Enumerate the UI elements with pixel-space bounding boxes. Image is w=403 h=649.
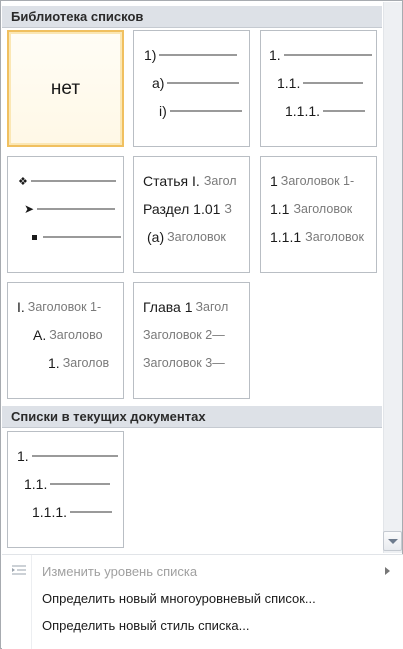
level-1-marker: 1. — [17, 448, 29, 464]
level-2-marker: Раздел 1.01 — [143, 201, 221, 217]
scroll-down-button[interactable] — [383, 531, 402, 551]
level-3-line — [323, 110, 366, 112]
level-3-marker: 1.1.1. — [32, 504, 68, 520]
level-1-marker: I. — [17, 299, 25, 315]
list-level-2: A. Заголово — [33, 325, 103, 345]
level-3-marker: 1. — [48, 355, 60, 371]
list-level-3: (a) Заголовок — [147, 227, 226, 247]
level-2-line — [50, 483, 111, 485]
list-level-3: 1. Заголов — [48, 353, 109, 373]
list-tile-article-section[interactable]: Статья I. Загол Раздел 1.01 З (a) Заголо… — [133, 156, 250, 273]
diamond-bullet-icon: ❖ — [18, 175, 28, 188]
list-level-2: ➤ — [24, 199, 116, 219]
current-lists-header: Списки в текущих документах — [2, 406, 382, 428]
level-2-marker: 1.1. — [24, 476, 48, 492]
level-2-marker: 1.1 — [270, 201, 290, 217]
list-tile-chapter[interactable]: Глава 1 Загол Заголовок 2— Заголовок 3— — [133, 282, 250, 399]
list-level-1: 1 Заголовок 1- — [270, 171, 354, 191]
list-level-3: 1.1.1. — [285, 101, 366, 121]
list-tile-bullets[interactable]: ❖ ➤ — [7, 156, 124, 273]
level-2-heading: Заголовок — [293, 202, 353, 216]
list-level-2: Заголовок 2— — [143, 325, 225, 345]
level-2-heading: Заголовок 2— — [143, 328, 225, 342]
level-1-heading: Загол — [203, 174, 237, 188]
list-level-3: 1.1.1. — [32, 502, 113, 522]
chevron-down-icon — [387, 538, 398, 544]
level-3-marker: 1.1.1 — [270, 229, 302, 245]
level-3-marker: i) — [159, 103, 167, 119]
level-1-marker: 1) — [144, 47, 157, 63]
list-options-menu: Изменить уровень списка Определить новый… — [2, 554, 403, 649]
list-level-2: Раздел 1.01 З — [143, 199, 232, 219]
list-level-1: 1. — [17, 446, 118, 466]
gallery-scrollbar[interactable] — [383, 2, 402, 553]
level-1-heading: Заголовок 1- — [280, 174, 355, 188]
list-level-3: Заголовок 3— — [143, 353, 225, 373]
library-header: Библиотека списков — [2, 6, 382, 28]
level-2-marker: A. — [33, 327, 47, 343]
arrowhead-bullet-icon: ➤ — [24, 202, 35, 216]
level-2-heading: З — [224, 202, 232, 216]
level-1-heading: Загол — [195, 300, 229, 314]
level-1-heading: Заголовок 1- — [27, 300, 102, 314]
list-level-3 — [32, 227, 121, 247]
level-2-marker: a) — [152, 75, 165, 91]
list-level-2: 1.1 Заголовок — [270, 199, 352, 219]
level-3-line — [70, 511, 113, 513]
list-level-1: I. Заголовок 1- — [17, 297, 101, 317]
define-multilevel-list-label: Определить новый многоуровневый список..… — [42, 591, 316, 606]
level-3-heading: Заголовок 3— — [143, 356, 225, 370]
level-1-line — [159, 54, 238, 56]
list-level-2: 1.1. — [24, 474, 111, 494]
level-2-line — [37, 208, 116, 210]
level-2-line — [303, 82, 364, 84]
level-3-marker: 1.1.1. — [285, 103, 321, 119]
level-3-heading: Заголовок — [305, 230, 364, 244]
list-level-2: a) — [152, 73, 240, 93]
level-3-line — [169, 110, 242, 112]
level-1-line — [283, 54, 372, 56]
square-bullet-icon — [32, 234, 37, 240]
level-3-heading: Заголов — [62, 356, 110, 370]
none-label: нет — [50, 78, 81, 99]
level-3-heading: Заголовок — [167, 230, 226, 244]
indent-level-icon — [12, 565, 26, 575]
list-tile-roman-outline[interactable]: I. Заголовок 1- A. Заголово 1. Заголов — [7, 282, 124, 399]
list-tile-heading-numbered[interactable]: 1 Заголовок 1- 1.1 Заголовок 1.1.1 Загол… — [260, 156, 377, 273]
submenu-arrow-icon — [385, 567, 390, 575]
change-list-level-label: Изменить уровень списка — [42, 564, 198, 579]
list-tile-current-decimal[interactable]: 1. 1.1. 1.1.1. — [7, 431, 124, 548]
level-2-heading: Заголово — [49, 328, 103, 342]
list-level-1: 1. — [269, 45, 372, 65]
change-list-level-item[interactable]: Изменить уровень списка — [2, 557, 401, 583]
list-tile-parenthetical[interactable]: 1) a) i) — [133, 30, 250, 147]
level-1-marker: 1 — [270, 173, 278, 189]
list-level-1: Статья I. Загол — [143, 171, 237, 191]
list-level-1: Глава 1 Загол — [143, 297, 228, 317]
level-1-line — [31, 455, 118, 457]
define-list-style-item[interactable]: Определить новый стиль списка... — [2, 611, 401, 637]
level-1-marker: 1. — [269, 47, 281, 63]
multilevel-list-gallery: Библиотека списков нет 1) a) i) 1. 1.1. … — [0, 0, 403, 649]
list-level-1: ❖ — [18, 171, 116, 191]
list-level-1: 1) — [144, 45, 238, 65]
level-2-marker: 1.1. — [277, 75, 301, 91]
define-multilevel-list-item[interactable]: Определить новый многоуровневый список..… — [2, 584, 401, 610]
list-tile-decimal[interactable]: 1. 1.1. 1.1.1. — [260, 30, 377, 147]
define-list-style-label: Определить новый стиль списка... — [42, 618, 250, 633]
list-level-3: i) — [159, 101, 242, 121]
level-3-line — [43, 236, 121, 238]
level-1-marker: Статья I. — [143, 173, 200, 189]
level-1-marker: Глава 1 — [143, 299, 193, 315]
level-2-line — [167, 82, 240, 84]
list-tile-none[interactable]: нет — [7, 30, 124, 147]
level-3-marker: (a) — [147, 229, 165, 245]
level-1-line — [30, 180, 116, 182]
list-level-2: 1.1. — [277, 73, 364, 93]
list-level-3: 1.1.1 Заголовок — [270, 227, 364, 247]
